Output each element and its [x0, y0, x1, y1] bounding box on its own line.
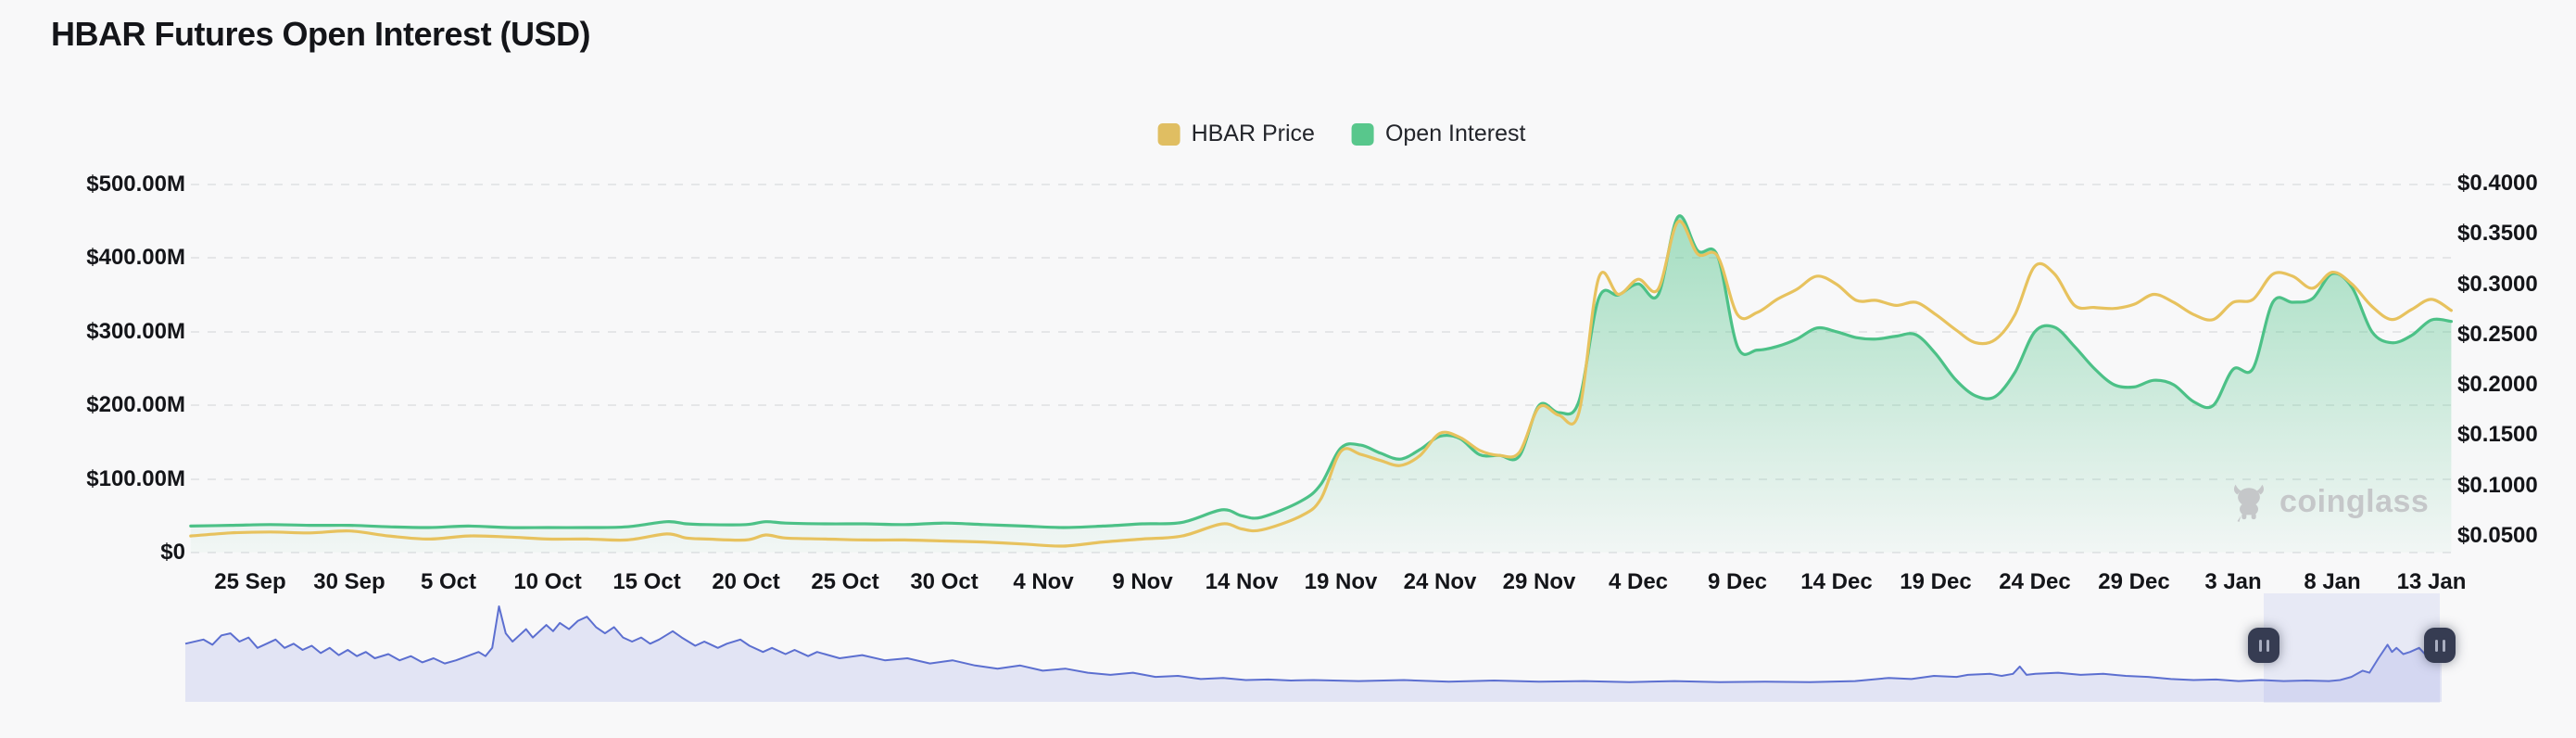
y-axis-right-tick: $0.4000	[2457, 171, 2538, 197]
x-axis-tick: 14 Dec	[1800, 569, 1872, 595]
x-axis-tick: 13 Jan	[2397, 569, 2467, 595]
open-interest-legend-swatch-icon	[1352, 123, 1374, 146]
navigator-selected-range[interactable]	[2264, 593, 2440, 703]
y-axis-right-tick: $0.2500	[2457, 322, 2538, 348]
legend-label-open-interest: Open Interest	[1385, 121, 1525, 147]
y-axis-left-tick: $0	[30, 540, 185, 566]
coinglass-bull-icon	[2228, 480, 2270, 523]
x-axis-tick: 25 Oct	[811, 569, 878, 595]
y-axis-right-tick: $0.3500	[2457, 221, 2538, 247]
x-axis-tick: 25 Sep	[214, 569, 285, 595]
navigator-area	[185, 606, 2442, 702]
x-axis-tick: 4 Nov	[1013, 569, 1073, 595]
x-axis-tick: 19 Nov	[1305, 569, 1378, 595]
y-axis-left-tick: $100.00M	[30, 466, 185, 492]
legend-item-hbar-price[interactable]: HBAR Price	[1158, 121, 1315, 147]
y-axis-right-tick: $0.3000	[2457, 272, 2538, 298]
x-axis-tick: 14 Nov	[1206, 569, 1279, 595]
x-axis-tick: 9 Dec	[1708, 569, 1767, 595]
navigator-left-handle[interactable]	[2248, 628, 2279, 663]
chart-widget: HBAR Futures Open Interest (USD) HBAR Pr…	[0, 0, 2576, 738]
x-axis-tick: 3 Jan	[2204, 569, 2261, 595]
coinglass-watermark-text: coinglass	[2279, 484, 2429, 520]
x-axis-tick: 19 Dec	[1900, 569, 1971, 595]
x-axis-tick: 24 Dec	[1999, 569, 2070, 595]
y-axis-left-tick: $300.00M	[30, 319, 185, 345]
x-axis-tick: 5 Oct	[421, 569, 476, 595]
legend: HBAR Price Open Interest	[1158, 121, 1526, 147]
x-axis-tick: 8 Jan	[2304, 569, 2360, 595]
x-axis-tick: 4 Dec	[1609, 569, 1668, 595]
x-axis-tick: 15 Oct	[612, 569, 680, 595]
chart-title: HBAR Futures Open Interest (USD)	[51, 15, 590, 54]
drag-bars-icon	[2443, 640, 2445, 652]
chart-canvas[interactable]	[0, 0, 2576, 738]
drag-bars-icon	[2435, 640, 2438, 652]
x-axis-tick: 29 Nov	[1503, 569, 1576, 595]
y-axis-right-tick: $0.1500	[2457, 422, 2538, 448]
legend-label-hbar-price: HBAR Price	[1192, 121, 1315, 147]
navigator-right-handle[interactable]	[2424, 628, 2456, 663]
y-axis-right-tick: $0.0500	[2457, 523, 2538, 549]
drag-bars-icon	[2259, 640, 2262, 652]
x-axis-tick: 10 Oct	[513, 569, 581, 595]
y-axis-left-tick: $500.00M	[30, 172, 185, 197]
drag-bars-icon	[2267, 640, 2269, 652]
legend-item-open-interest[interactable]: Open Interest	[1352, 121, 1525, 147]
x-axis-tick: 30 Oct	[910, 569, 978, 595]
hbar-price-legend-swatch-icon	[1158, 123, 1181, 146]
y-axis-left-tick: $400.00M	[30, 245, 185, 271]
y-axis-right-tick: $0.2000	[2457, 372, 2538, 398]
x-axis-tick: 9 Nov	[1112, 569, 1172, 595]
y-axis-left-tick: $200.00M	[30, 392, 185, 418]
x-axis-tick: 30 Sep	[313, 569, 385, 595]
y-axis-right-tick: $0.1000	[2457, 473, 2538, 499]
navigator-chart[interactable]	[185, 606, 2442, 702]
coinglass-watermark: coinglass	[2228, 480, 2429, 523]
x-axis-tick: 20 Oct	[712, 569, 779, 595]
x-axis-tick: 24 Nov	[1404, 569, 1477, 595]
x-axis-tick: 29 Dec	[2098, 569, 2169, 595]
